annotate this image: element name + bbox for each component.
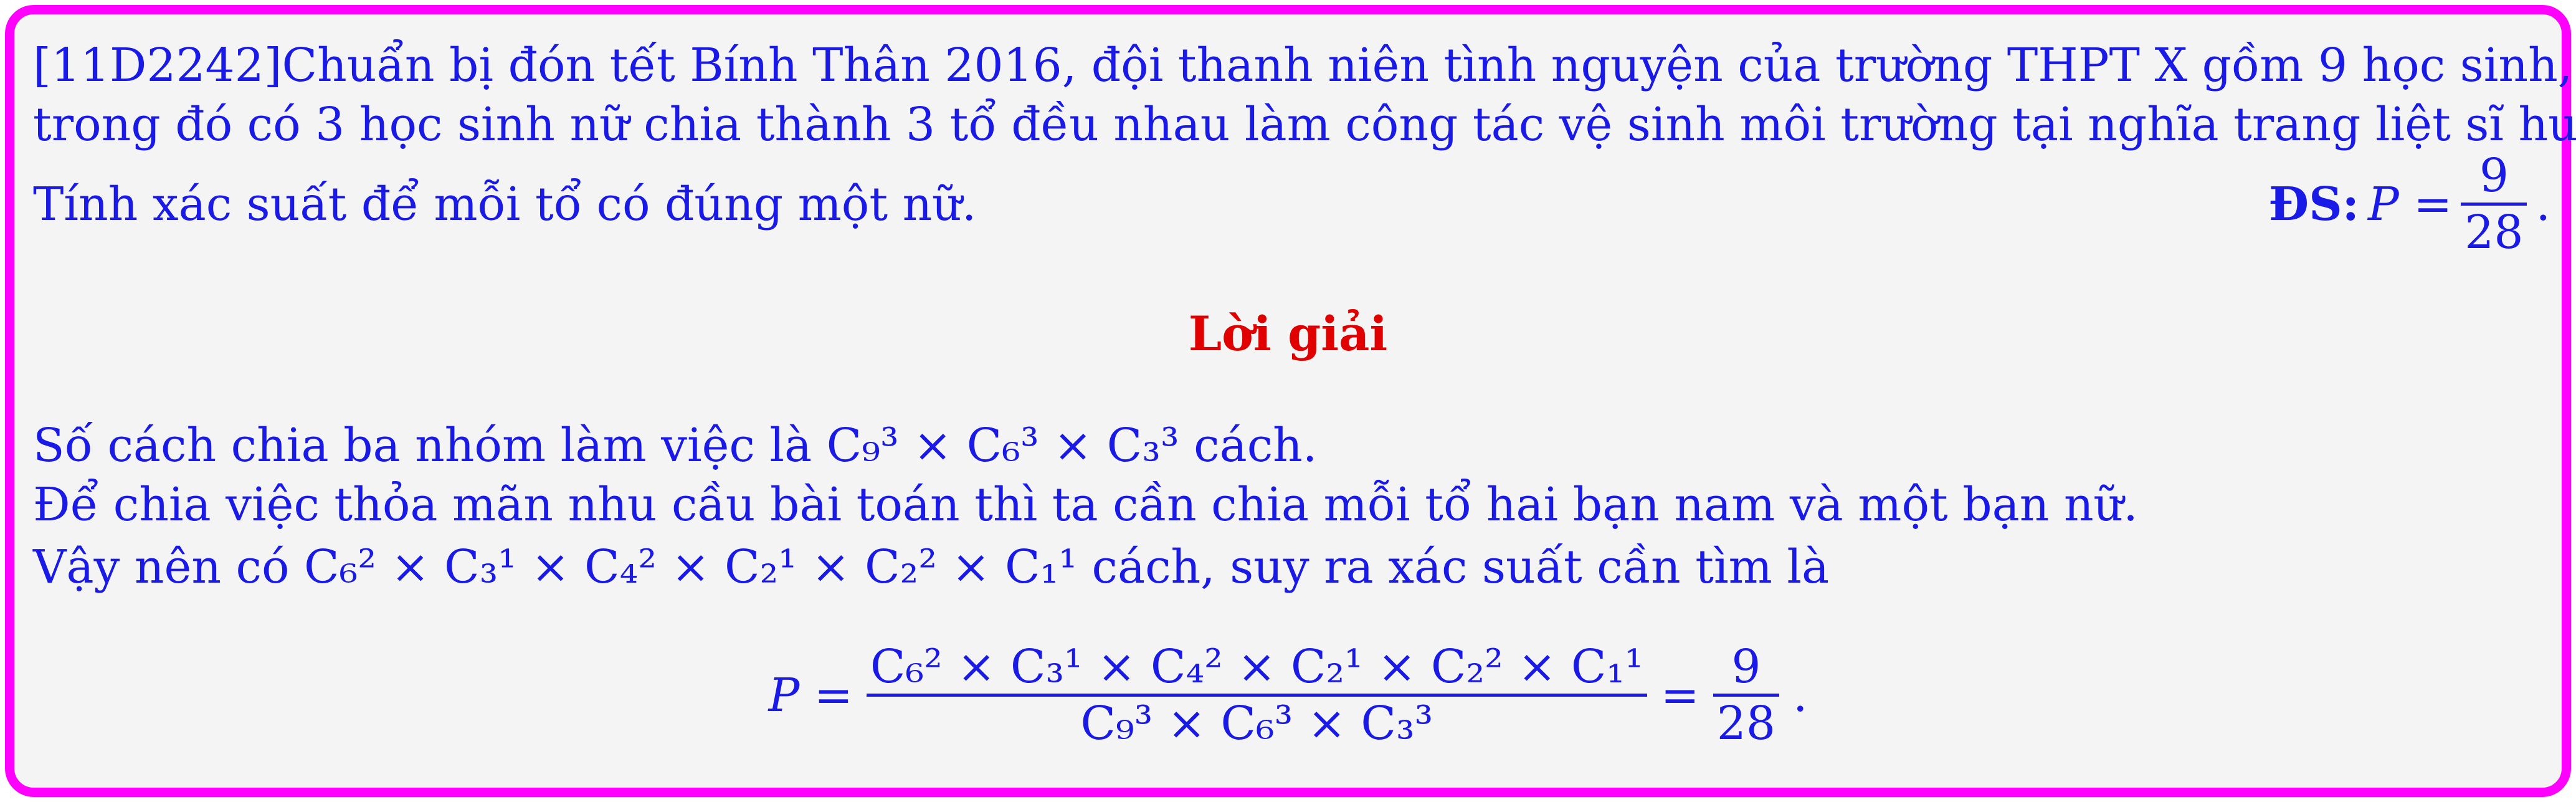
- problem-line-2: trong đó có 3 học sinh nữ chia thành 3 t…: [33, 98, 2576, 151]
- probability-formula: P = C₆² × C₃¹ × C₄² × C₂¹ × C₂² × C₁¹ C₉…: [14, 644, 2562, 747]
- solution-line-1: Số cách chia ba nhóm làm việc là C₉³ × C…: [33, 419, 1318, 472]
- formula-equals: =: [1660, 668, 1699, 722]
- formula-numerator: C₆² × C₃¹ × C₄² × C₂¹ × C₂² × C₁¹: [870, 640, 1643, 694]
- result-numerator: 9: [1731, 640, 1761, 694]
- answer-period: .: [2536, 177, 2550, 231]
- problem-card: [11D2242]Chuẩn bị đón tết Bính Thân 2016…: [5, 5, 2576, 797]
- solution-line-2: Để chia việc thỏa mãn nhu cầu bài toán t…: [33, 478, 2138, 532]
- result-denominator: 28: [1716, 697, 1775, 750]
- problem-line-1: [11D2242]Chuẩn bị đón tết Bính Thân 2016…: [33, 39, 2573, 92]
- problem-line-3: Tính xác suất để mỗi tổ có đúng một nữ.: [33, 178, 977, 231]
- solution-heading: Lời giải: [1188, 306, 1388, 361]
- answer-block: ĐS: P = 9 28 .: [2269, 153, 2550, 255]
- answer-label: ĐS:: [2268, 177, 2359, 231]
- solution-line-3: Vậy nên có C₆² × C₃¹ × C₄² × C₂¹ × C₂² ×…: [33, 540, 1830, 594]
- answer-numerator: 9: [2479, 149, 2509, 203]
- formula-lhs: P =: [768, 668, 853, 722]
- formula-fraction: C₆² × C₃¹ × C₄² × C₂¹ × C₂² × C₁¹ C₉³ × …: [866, 640, 1647, 750]
- answer-fraction: 9 28: [2461, 153, 2527, 255]
- answer-expression: P =: [2367, 177, 2453, 231]
- formula-denominator: C₉³ × C₆³ × C₃³: [1080, 697, 1433, 750]
- formula-period: .: [1792, 668, 1808, 722]
- answer-denominator: 28: [2464, 206, 2524, 259]
- formula-result: 9 28: [1713, 644, 1779, 747]
